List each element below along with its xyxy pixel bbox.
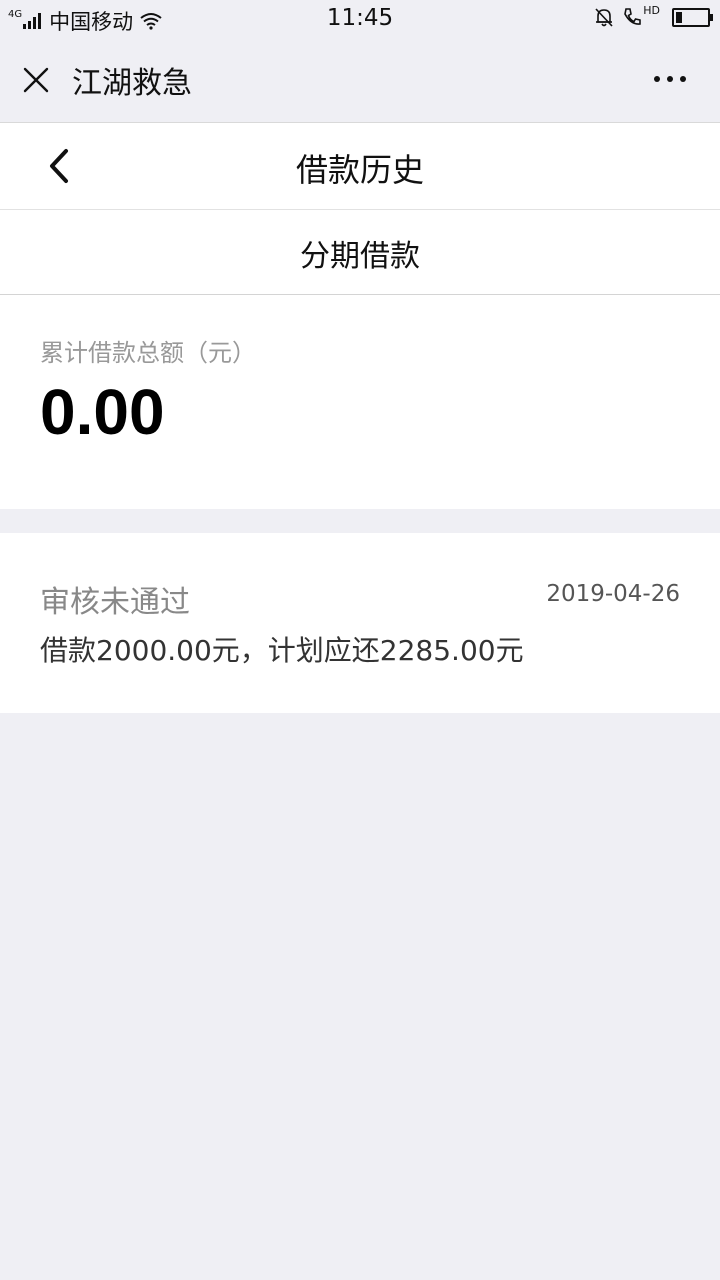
section-divider (0, 509, 720, 533)
close-icon[interactable] (22, 66, 50, 94)
page-title: 借款历史 (295, 151, 424, 189)
tab-bar: 分期借款 (0, 210, 720, 295)
total-loan-amount: 0.00 (40, 376, 165, 448)
list-item[interactable]: 审核未通过 2019-04-26 借款2000.00元，计划应还2285.00元 (0, 533, 720, 713)
tab-installment-loan[interactable]: 分期借款 (0, 231, 720, 275)
record-description: 借款2000.00元，计划应还2285.00元 (40, 634, 524, 667)
nav-bar: 借款历史 (0, 123, 720, 210)
status-right: HD (593, 3, 713, 28)
hd-call-icon (624, 8, 642, 25)
wechat-title: 江湖救急 (72, 66, 192, 101)
record-status: 审核未通过 (40, 585, 190, 620)
battery-icon (672, 7, 713, 27)
record-date: 2019-04-26 (546, 581, 680, 607)
more-icon[interactable] (647, 76, 686, 82)
loan-summary: 累计借款总额（元） 0.00 (0, 295, 720, 509)
status-bar: 4G 中国移动 11:45 HD (0, 0, 720, 38)
mute-bell-icon (595, 8, 613, 27)
total-loan-label: 累计借款总额（元） (40, 339, 256, 367)
wechat-header: 江湖救急 (0, 38, 720, 123)
hd-label: HD (643, 3, 660, 17)
